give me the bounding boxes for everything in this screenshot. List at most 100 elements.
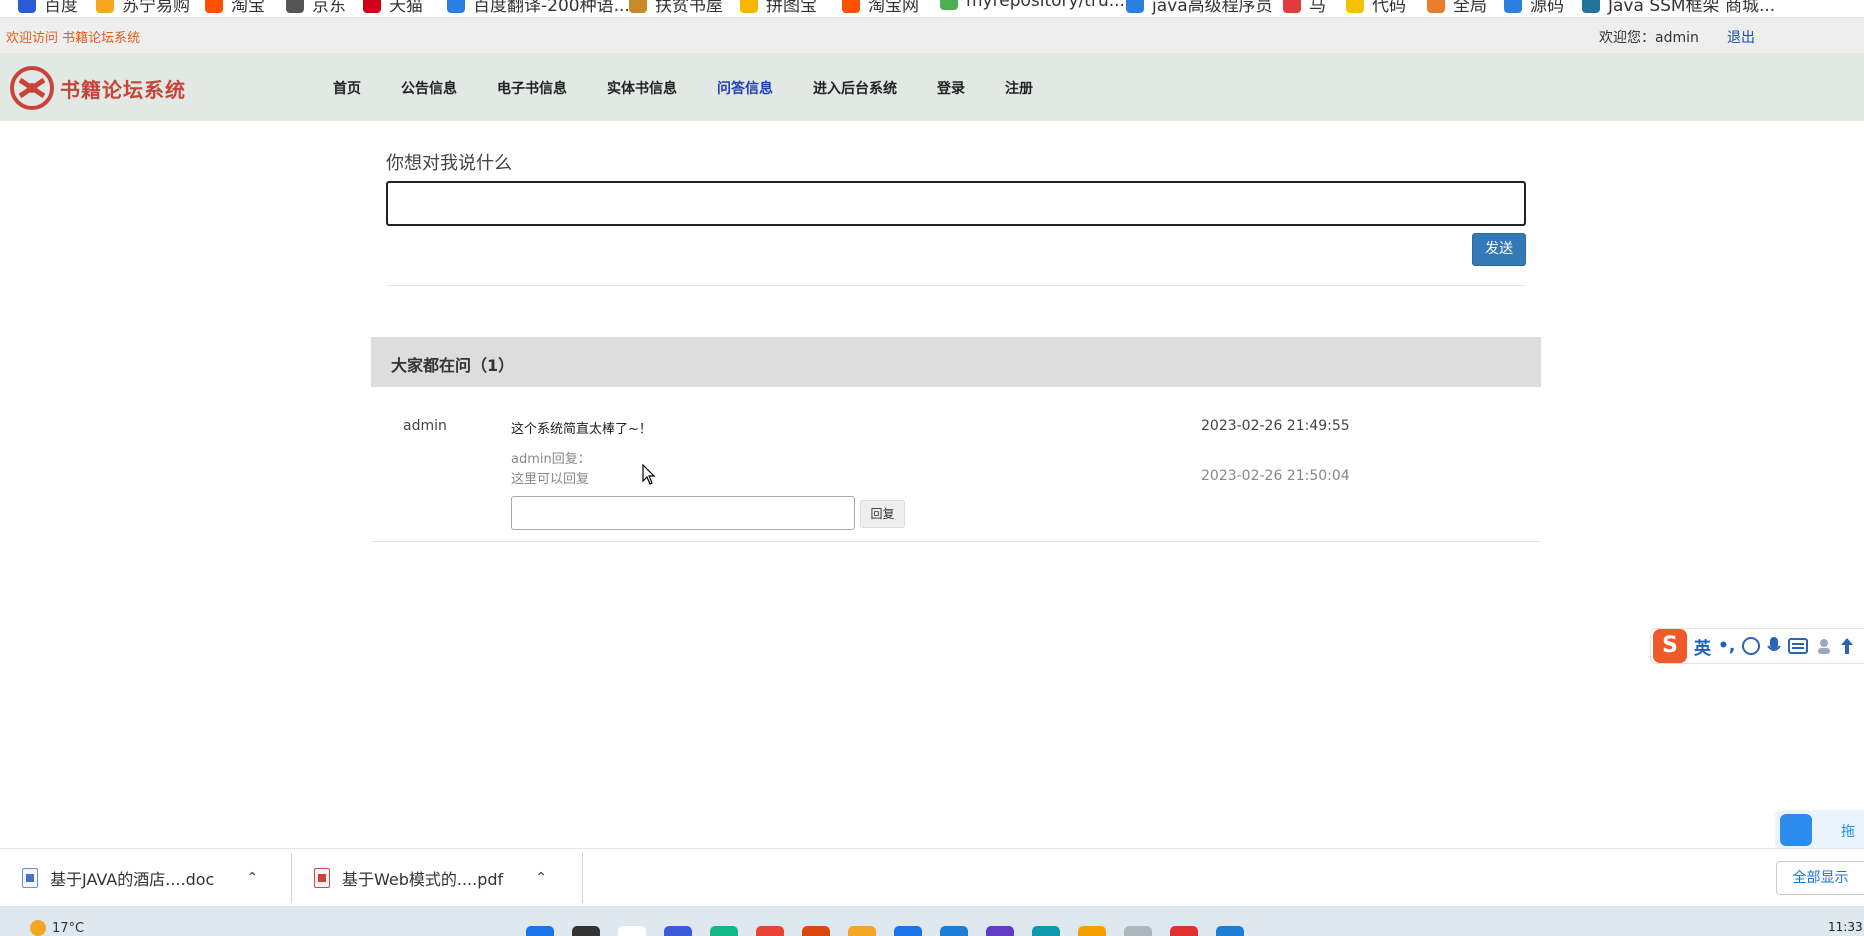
taskbar-app-icon[interactable] (986, 926, 1014, 936)
microphone-icon[interactable] (1767, 636, 1782, 656)
bookmark-item[interactable]: java高级程序员 (1126, 0, 1273, 16)
skin-icon[interactable] (1815, 637, 1833, 655)
bookmark-item[interactable]: Java SSM框架 商城... (1582, 0, 1775, 16)
emoji-icon[interactable] (1742, 637, 1761, 655)
chevron-up-icon[interactable]: ⌃ (535, 870, 547, 886)
bookmark-item[interactable]: myrepository/tru... (940, 0, 1125, 11)
question-input[interactable] (386, 181, 1526, 226)
download-filename: 基于Web模式的....pdf (342, 870, 504, 889)
baidu-netdisk-widget[interactable]: 拖 (1775, 810, 1864, 850)
bookmark-item[interactable]: 淘宝网 (842, 0, 919, 16)
bookmark-label: 淘宝 (231, 0, 265, 16)
show-all-downloads-button[interactable]: 全部显示 (1776, 861, 1864, 895)
user-info: 欢迎您：admin (1599, 30, 1699, 46)
taskbar-app-icon[interactable] (710, 926, 738, 936)
bookmark-item[interactable]: 扶贫书屋 (629, 0, 723, 16)
bookmark-favicon-icon (447, 0, 465, 13)
chevron-up-icon[interactable]: ⌃ (246, 870, 258, 886)
bookmark-label: 淘宝网 (868, 0, 919, 16)
taskbar-app-icon[interactable] (848, 926, 876, 936)
download-item[interactable]: 基于Web模式的....pdf ⌃ (314, 849, 547, 907)
taskbar-app-icon[interactable] (1216, 926, 1244, 936)
more-icon[interactable] (1840, 637, 1854, 655)
question-divider (371, 541, 1541, 542)
bookmark-item[interactable]: 京东 (286, 0, 346, 16)
bookmark-favicon-icon (1427, 0, 1445, 13)
logo-text: 书籍论坛系统 (60, 77, 186, 102)
question-author: admin (403, 418, 447, 434)
question-time: 2023-02-26 21:49:55 (1201, 418, 1350, 434)
ime-punct-toggle[interactable]: •, (1718, 636, 1735, 656)
taskbar-app-icon[interactable] (526, 926, 554, 936)
bookmark-label: 代码 (1372, 0, 1406, 16)
bookmark-item[interactable]: 百度 (18, 0, 78, 16)
bookmark-item[interactable]: 马 (1283, 0, 1326, 16)
download-item[interactable]: 基于JAVA的酒店....doc ⌃ (22, 849, 258, 907)
reply-author-label: admin回复： (511, 452, 591, 467)
taskbar-apps (526, 926, 1244, 936)
taskbar-app-icon[interactable] (572, 926, 600, 936)
taskbar-app-icon[interactable] (894, 926, 922, 936)
keyboard-icon[interactable] (1788, 638, 1809, 654)
cloud-icon (1780, 814, 1812, 846)
nav-home[interactable]: 首页 (333, 78, 361, 98)
taskbar-app-icon[interactable] (756, 926, 784, 936)
main-nav: 书籍论坛系统 首页 公告信息 电子书信息 实体书信息 问答信息 进入后台系统 登… (0, 53, 1864, 121)
question-list-header: 大家都在问（1） (371, 337, 1541, 387)
site-logo[interactable]: 书籍论坛系统 (10, 66, 186, 110)
bookmark-favicon-icon (1346, 0, 1364, 13)
reply-button[interactable]: 回复 (860, 500, 905, 528)
taskbar-app-icon[interactable] (1032, 926, 1060, 936)
download-filename: 基于JAVA的酒店....doc (50, 870, 215, 889)
bookmark-favicon-icon (740, 0, 758, 13)
bookmark-label: 苏宁易购 (122, 0, 190, 16)
taskbar-app-icon[interactable] (940, 926, 968, 936)
ime-mode-toggle[interactable]: 英 (1694, 634, 1711, 659)
bookmark-label: 百度翻译-200种语... (473, 0, 630, 16)
taskbar-app-icon[interactable] (802, 926, 830, 936)
taskbar-app-icon[interactable] (1078, 926, 1106, 936)
sogou-ime-icon[interactable]: S (1653, 629, 1687, 663)
nav-qa[interactable]: 问答信息 (717, 78, 773, 98)
bookmark-item[interactable]: 全局 (1427, 0, 1487, 16)
bookmark-item[interactable]: 百度翻译-200种语... (447, 0, 630, 16)
form-divider (386, 285, 1526, 286)
bookmark-label: 京东 (312, 0, 346, 16)
nav-ebooks[interactable]: 电子书信息 (497, 78, 567, 98)
bookmark-favicon-icon (96, 0, 114, 13)
welcome-text: 欢迎访问 书籍论坛系统 (6, 31, 141, 46)
logout-link[interactable]: 退出 (1727, 27, 1755, 47)
bookmark-item[interactable]: 天猫 (363, 0, 423, 16)
downloads-bar: 基于JAVA的酒店....doc ⌃ 基于Web模式的....pdf ⌃ 全部显… (0, 848, 1864, 906)
reply-text: 这里可以回复 (511, 472, 590, 487)
bookmark-favicon-icon (1582, 0, 1600, 13)
bookmark-label: 扶贫书屋 (655, 0, 723, 16)
nav-announcements[interactable]: 公告信息 (401, 78, 457, 98)
bookmark-label: myrepository/tru... (966, 0, 1125, 11)
taskbar-app-icon[interactable] (1170, 926, 1198, 936)
sun-icon (30, 920, 46, 936)
bookmark-item[interactable]: 淘宝 (205, 0, 265, 16)
bookmark-favicon-icon (1126, 0, 1144, 13)
bookmark-label: 百度 (44, 0, 78, 16)
bookmark-item[interactable]: 代码 (1346, 0, 1406, 16)
bookmark-favicon-icon (1283, 0, 1301, 13)
bookmark-item[interactable]: 拼图宝 (740, 0, 817, 16)
nav-admin-backend[interactable]: 进入后台系统 (813, 78, 897, 98)
taskbar-app-icon[interactable] (664, 926, 692, 936)
mouse-cursor-icon (642, 464, 656, 485)
word-doc-icon (22, 868, 38, 888)
nav-physical-books[interactable]: 实体书信息 (607, 78, 677, 98)
nav-login[interactable]: 登录 (937, 78, 965, 98)
taskbar-app-icon[interactable] (1124, 926, 1152, 936)
send-button[interactable]: 发送 (1472, 233, 1526, 266)
reply-input[interactable] (511, 496, 855, 530)
taskbar-app-icon[interactable] (618, 926, 646, 936)
bookmark-label: 马 (1309, 0, 1326, 16)
nav-register[interactable]: 注册 (1005, 78, 1033, 98)
ime-toolbar[interactable]: S 英 •, (1650, 628, 1864, 664)
bookmark-favicon-icon (286, 0, 304, 13)
weather-widget[interactable]: 17°C (30, 920, 84, 936)
bookmark-item[interactable]: 源码 (1504, 0, 1564, 16)
bookmark-item[interactable]: 苏宁易购 (96, 0, 190, 16)
